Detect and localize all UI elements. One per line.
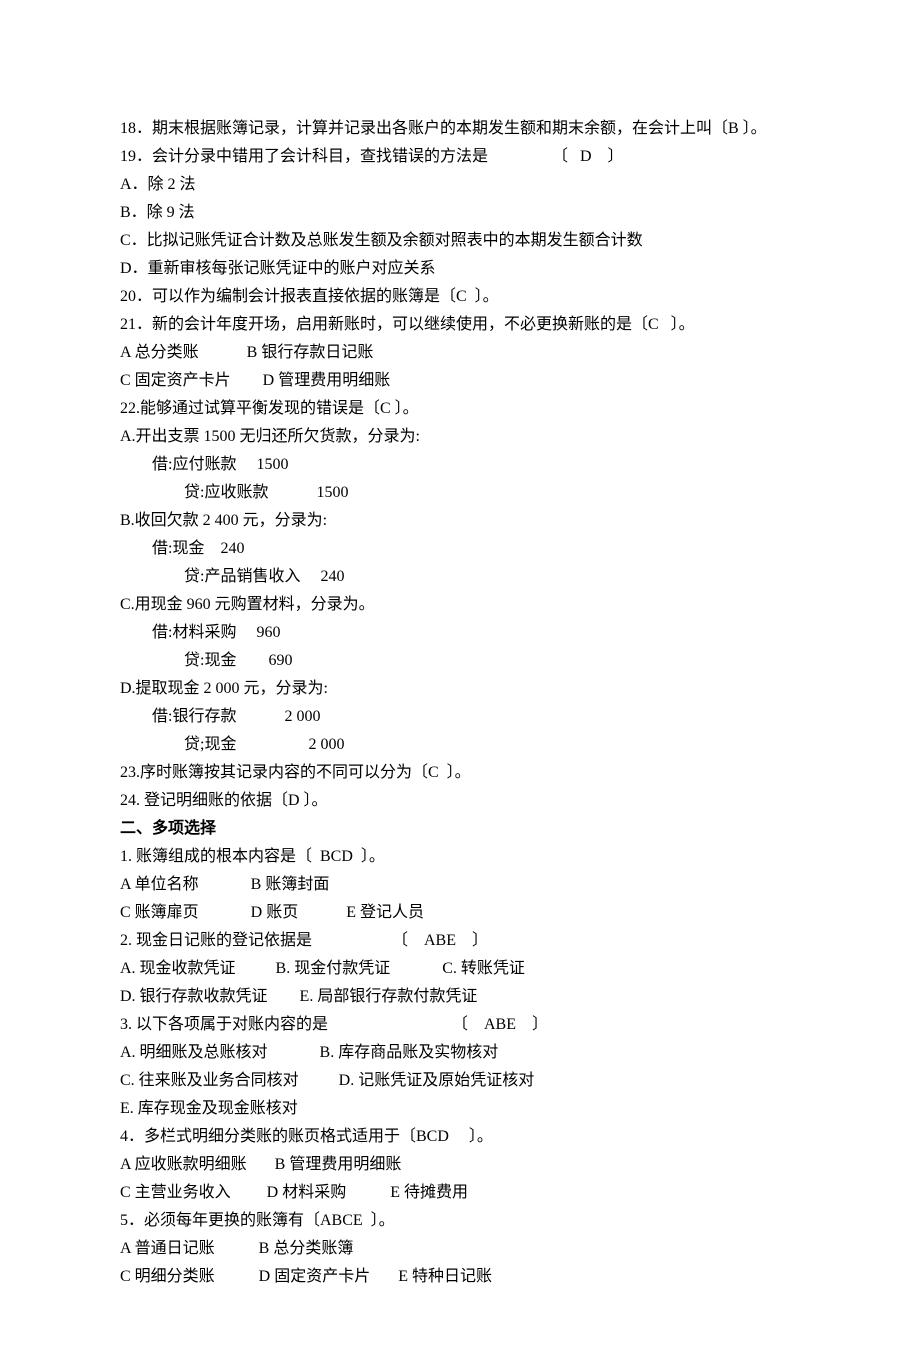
text-line: 23.序时账簿按其记录内容的不同可以分为〔C 〕。 bbox=[120, 759, 800, 787]
text-line: 19．会计分录中错用了会计科目，查找错误的方法是 〔 D 〕 bbox=[120, 143, 800, 171]
text-line: 贷:产品销售收入 240 bbox=[120, 563, 800, 591]
text-line: C．比拟记账凭证合计数及总账发生额及余额对照表中的本期发生额合计数 bbox=[120, 227, 800, 255]
text-line: 贷:应收账款 1500 bbox=[120, 479, 800, 507]
text-line: 贷:现金 690 bbox=[120, 647, 800, 675]
text-line: 20．可以作为编制会计报表直接依据的账簿是〔C 〕。 bbox=[120, 283, 800, 311]
text-line: C 主营业务收入 D 材料采购 E 待摊费用 bbox=[120, 1179, 800, 1207]
text-line: C 明细分类账 D 固定资产卡片 E 特种日记账 bbox=[120, 1263, 800, 1291]
text-line: 贷;现金 2 000 bbox=[120, 731, 800, 759]
text-line: C.用现金 960 元购置材料，分录为。 bbox=[120, 591, 800, 619]
text-line: C 账簿扉页 D 账页 E 登记人员 bbox=[120, 899, 800, 927]
text-line: B．除 9 法 bbox=[120, 199, 800, 227]
text-line: 24. 登记明细账的依据〔D 〕。 bbox=[120, 787, 800, 815]
text-line: C. 往来账及业务合同核对 D. 记账凭证及原始凭证核对 bbox=[120, 1067, 800, 1095]
document-content: 18．期末根据账簿记录，计算并记录出各账户的本期发生额和期末余额，在会计上叫〔B… bbox=[120, 115, 800, 1291]
text-line: A 单位名称 B 账簿封面 bbox=[120, 871, 800, 899]
document-page: 18．期末根据账簿记录，计算并记录出各账户的本期发生额和期末余额，在会计上叫〔B… bbox=[0, 0, 920, 1351]
text-line: A.开出支票 1500 无归还所欠货款，分录为: bbox=[120, 423, 800, 451]
text-line: D. 银行存款收款凭证 E. 局部银行存款付款凭证 bbox=[120, 983, 800, 1011]
text-line: D．重新审核每张记账凭证中的账户对应关系 bbox=[120, 255, 800, 283]
text-line: 5．必须每年更换的账簿有〔ABCE 〕。 bbox=[120, 1207, 800, 1235]
text-line: A 总分类账 B 银行存款日记账 bbox=[120, 339, 800, 367]
text-line: 22.能够通过试算平衡发现的错误是〔C 〕。 bbox=[120, 395, 800, 423]
text-line: 4．多栏式明细分类账的账页格式适用于〔BCD 〕。 bbox=[120, 1123, 800, 1151]
text-line: A 应收账款明细账 B 管理费用明细账 bbox=[120, 1151, 800, 1179]
text-line: 1. 账簿组成的根本内容是〔 BCD 〕。 bbox=[120, 843, 800, 871]
text-line: 借:银行存款 2 000 bbox=[120, 703, 800, 731]
text-line: E. 库存现金及现金账核对 bbox=[120, 1095, 800, 1123]
text-line: 借:应付账款 1500 bbox=[120, 451, 800, 479]
text-line: D.提取现金 2 000 元，分录为: bbox=[120, 675, 800, 703]
text-line: C 固定资产卡片 D 管理费用明细账 bbox=[120, 367, 800, 395]
text-line: A 普通日记账 B 总分类账簿 bbox=[120, 1235, 800, 1263]
text-line: 借:材料采购 960 bbox=[120, 619, 800, 647]
text-line: 借:现金 240 bbox=[120, 535, 800, 563]
text-line: B.收回欠款 2 400 元，分录为: bbox=[120, 507, 800, 535]
text-line: A. 明细账及总账核对 B. 库存商品账及实物核对 bbox=[120, 1039, 800, 1067]
text-line: A．除 2 法 bbox=[120, 171, 800, 199]
text-line: 21．新的会计年度开场，启用新账时，可以继续使用，不必更换新账的是〔C 〕。 bbox=[120, 311, 800, 339]
text-line: 18．期末根据账簿记录，计算并记录出各账户的本期发生额和期末余额，在会计上叫〔B… bbox=[120, 115, 800, 143]
text-line: A. 现金收款凭证 B. 现金付款凭证 C. 转账凭证 bbox=[120, 955, 800, 983]
text-line: 2. 现金日记账的登记依据是 〔 ABE 〕 bbox=[120, 927, 800, 955]
text-line: 3. 以下各项属于对账内容的是 〔 ABE 〕 bbox=[120, 1011, 800, 1039]
text-line: 二、多项选择 bbox=[120, 815, 800, 843]
